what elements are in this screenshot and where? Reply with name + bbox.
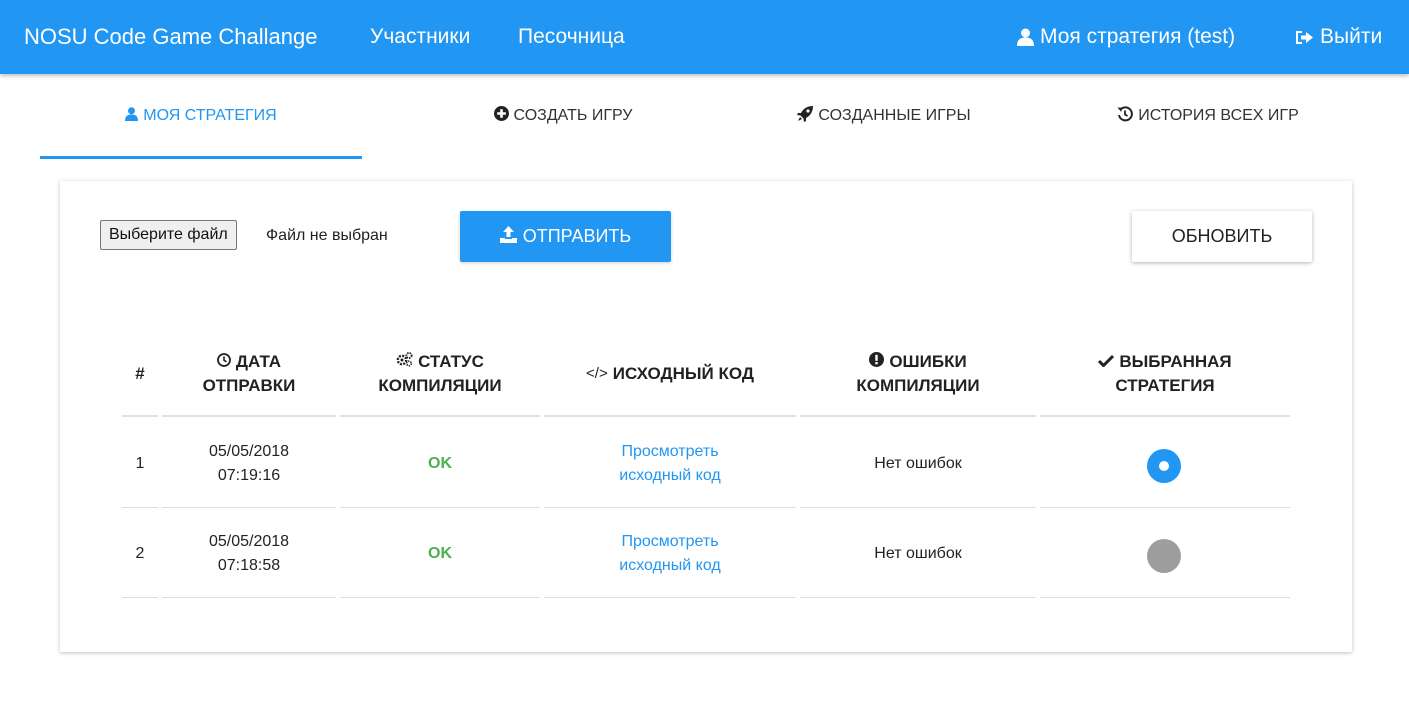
header-date-line2: ОТПРАВКИ — [202, 376, 296, 395]
header-date: ДАТА ОТПРАВКИ — [162, 331, 336, 417]
send-label: ОТПРАВИТЬ — [522, 226, 632, 246]
tab-created-games[interactable]: СОЗДАННЫЕ ИГРЫ — [723, 74, 1045, 160]
header-status-line1: СТАТУС — [418, 352, 484, 371]
top-navbar: NOSU Code Game Challange Участники Песоч… — [0, 0, 1409, 74]
row-date: 05/05/2018 07:18:58 — [162, 511, 336, 597]
logout-label: Выйти — [1320, 25, 1383, 48]
code-icon: </> — [586, 365, 608, 382]
view-source-link[interactable]: Просмотреть исходный код — [619, 440, 720, 488]
history-icon — [1117, 105, 1134, 127]
row-divider — [544, 507, 796, 508]
upload-icon — [499, 225, 517, 248]
view-source-link-line1: Просмотреть — [621, 533, 719, 550]
header-errors: ОШИБКИ КОМПИЛЯЦИИ — [800, 331, 1036, 417]
clock-icon — [217, 350, 231, 374]
tab-label: МОЯ СТРАТЕГИЯ — [143, 107, 277, 124]
header-selected: ВЫБРАННАЯ СТРАТЕГИЯ — [1040, 331, 1290, 417]
send-button[interactable]: ОТПРАВИТЬ — [460, 211, 671, 262]
tab-history[interactable]: ИСТОРИЯ ВСЕХ ИГР — [1047, 74, 1369, 160]
brand-link[interactable]: NOSU Code Game Challange — [24, 24, 317, 50]
row-divider — [800, 597, 1036, 598]
header-selected-line1: ВЫБРАННАЯ — [1119, 352, 1232, 371]
tab-label: СОЗДАТЬ ИГРУ — [513, 107, 633, 124]
logout-link[interactable]: Выйти — [1295, 25, 1382, 49]
row-num: 1 — [135, 455, 145, 472]
cogs-icon — [396, 350, 413, 374]
row-divider — [1040, 597, 1290, 598]
strategy-radio-selected[interactable] — [1147, 449, 1181, 483]
user-icon — [125, 106, 139, 126]
my-strategy-label: Моя стратегия (test) — [1040, 25, 1236, 48]
header-divider — [162, 415, 336, 417]
row-source: Просмотреть исходный код — [544, 421, 796, 507]
row-date-day: 05/05/2018 — [208, 443, 290, 460]
header-num: # — [122, 331, 158, 417]
row-status: OK — [428, 455, 452, 472]
header-divider — [544, 415, 796, 417]
view-source-link-line2: исходный код — [619, 467, 721, 484]
header-num-label: # — [135, 364, 145, 383]
row-date-time: 07:19:16 — [217, 467, 281, 484]
header-source: </> ИСХОДНЫЙ КОД — [544, 331, 796, 417]
row-status: OK — [428, 545, 452, 562]
header-divider — [800, 415, 1036, 417]
tab-my-strategy[interactable]: МОЯ СТРАТЕГИЯ — [40, 74, 362, 160]
header-divider — [1040, 415, 1290, 417]
choose-file-button[interactable]: Выберите файл — [100, 220, 237, 250]
row-date-day: 05/05/2018 — [208, 533, 290, 550]
header-divider — [340, 415, 540, 417]
row-num: 2 — [135, 545, 145, 562]
row-errors: Нет ошибок — [874, 455, 962, 472]
refresh-button[interactable]: ОБНОВИТЬ — [1132, 211, 1312, 262]
row-divider — [800, 507, 1036, 508]
row-source: Просмотреть исходный код — [544, 511, 796, 597]
row-date-time: 07:18:58 — [217, 557, 281, 574]
view-source-link[interactable]: Просмотреть исходный код — [619, 530, 720, 578]
active-tab-indicator — [40, 156, 362, 159]
nav-link-participants[interactable]: Участники — [370, 25, 470, 49]
sign-out-icon — [1295, 29, 1314, 46]
tab-label: ИСТОРИЯ ВСЕХ ИГР — [1138, 107, 1299, 124]
row-divider — [340, 507, 540, 508]
file-status-text: Файл не выбран — [266, 227, 388, 244]
strategy-radio-unselected[interactable] — [1147, 539, 1181, 573]
header-status: СТАТУС КОМПИЛЯЦИИ — [340, 331, 540, 417]
view-source-link-line1: Просмотреть — [621, 443, 719, 460]
strategy-card: Выберите файл Файл не выбран ОТПРАВИТЬ О… — [60, 181, 1352, 652]
tab-label: СОЗДАННЫЕ ИГРЫ — [818, 107, 971, 124]
row-divider — [122, 507, 158, 508]
header-status-line2: КОМПИЛЯЦИИ — [378, 376, 502, 395]
header-divider — [122, 415, 158, 417]
row-date: 05/05/2018 07:19:16 — [162, 421, 336, 507]
header-source-label: ИСХОДНЫЙ КОД — [612, 364, 754, 383]
header-errors-line1: ОШИБКИ — [889, 352, 967, 371]
header-selected-line2: СТРАТЕГИЯ — [1115, 376, 1215, 395]
tab-bar: МОЯ СТРАТЕГИЯ СОЗДАТЬ ИГРУ СОЗДАННЫЕ ИГР… — [40, 74, 1369, 160]
view-source-link-line2: исходный код — [619, 557, 721, 574]
header-date-line1: ДАТА — [235, 352, 282, 371]
plus-circle-icon — [493, 106, 509, 126]
rocket-icon — [797, 105, 814, 127]
row-divider — [544, 597, 796, 598]
exclamation-circle-icon — [869, 350, 885, 374]
nav-link-sandbox[interactable]: Песочница — [518, 25, 625, 49]
row-divider — [122, 597, 158, 598]
row-errors: Нет ошибок — [874, 545, 962, 562]
my-strategy-link[interactable]: Моя стратегия (test) — [1017, 25, 1235, 49]
check-icon — [1098, 350, 1115, 374]
tab-create-game[interactable]: СОЗДАТЬ ИГРУ — [402, 74, 724, 160]
row-divider — [162, 507, 336, 508]
header-errors-line2: КОМПИЛЯЦИИ — [856, 376, 980, 395]
row-divider — [162, 597, 336, 598]
row-divider — [340, 597, 540, 598]
row-divider — [1040, 507, 1290, 508]
user-icon — [1017, 28, 1034, 46]
